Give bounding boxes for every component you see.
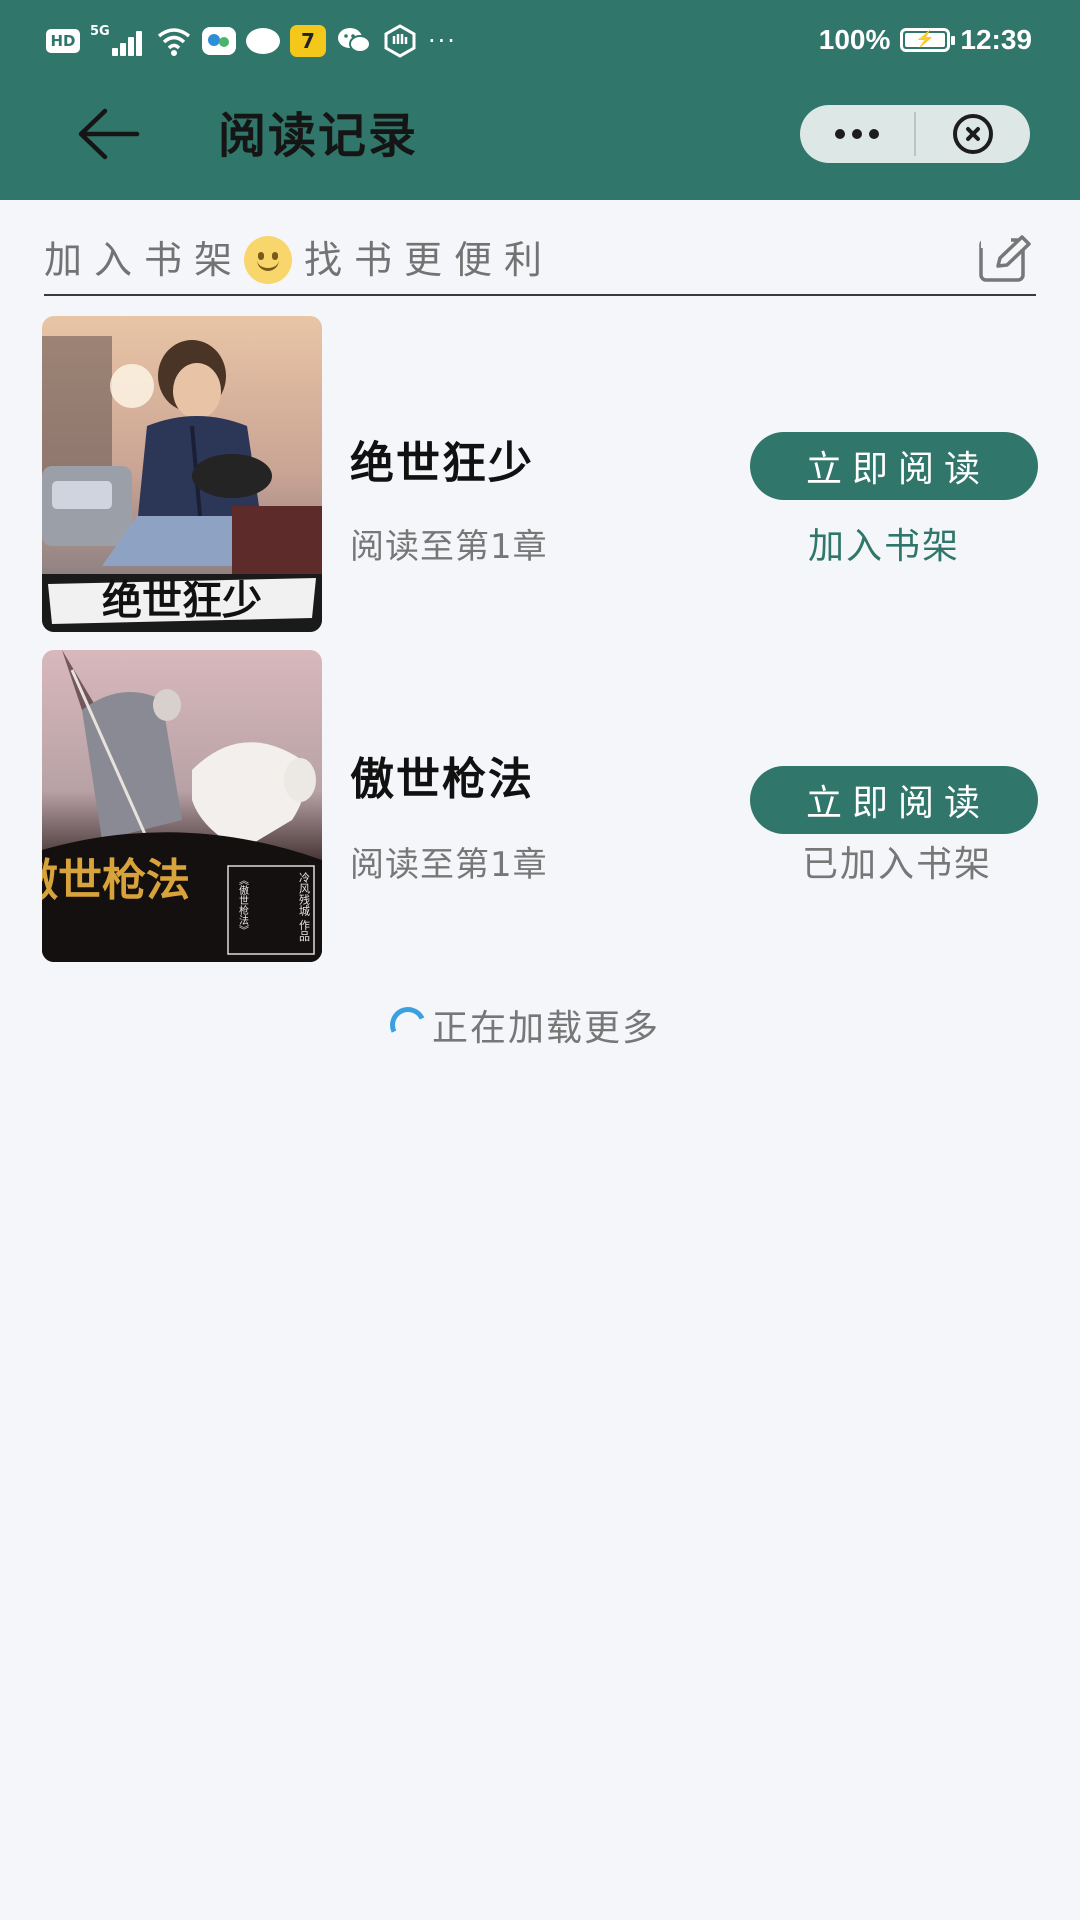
status-bar: HD 5G 7 ··· 100% ⚡ 12:39 [0,0,1080,78]
book-list-item[interactable]: 傲世枪法 冷风残城 作品 《傲世枪法》 傲世枪法 阅读至第1章 立即阅读 已加入… [0,650,1080,962]
edit-icon[interactable] [978,234,1032,284]
hand-icon [384,24,416,58]
network-type-label: 5G [90,24,110,39]
battery-charging-icon: ⚡ [900,28,956,52]
book-cover[interactable]: 绝世狂少 [42,316,322,632]
book-title[interactable]: 绝世狂少 [350,434,534,494]
cover-title-text: 傲世枪法 [42,855,190,906]
yellow-app-icon: 7 [290,25,326,57]
cover-title-text: 绝世狂少 [102,577,262,624]
wifi-icon [157,28,191,56]
shelf-hint-text: 加入书架 找书更便利 [44,234,554,286]
loading-spinner-icon [384,1001,432,1049]
more-dots-icon [835,129,879,139]
hint-text-before: 加入书架 [44,238,245,282]
chat-icon [246,28,280,54]
back-button[interactable] [70,100,146,168]
reading-progress: 阅读至第1章 [350,527,548,567]
hint-text-after: 找书更便利 [304,238,555,282]
loading-more-indicator: 正在加载更多 [384,1000,661,1050]
signal-5g-icon: 5G [90,24,146,58]
hd-icon: HD [46,29,80,53]
reading-progress: 阅读至第1章 [350,845,548,885]
cover-author-text: 冷风残城 作品 [298,872,311,942]
book-title[interactable]: 傲世枪法 [350,750,534,810]
status-icons-left: HD 5G 7 ··· [46,22,457,60]
message-app-icon [202,27,236,55]
back-arrow-icon [78,108,140,160]
page-title: 阅读记录 [218,108,419,164]
mini-program-capsule [800,105,1030,163]
smiley-icon [244,236,293,284]
shelf-hint-bar: 加入书架 找书更便利 [44,228,1036,296]
more-notifications-icon: ··· [428,27,457,55]
added-to-shelf-label: 已加入书架 [802,844,993,885]
battery-percent: 100% [818,24,891,55]
wechat-icon [338,28,371,53]
clock: 12:39 [960,24,1032,55]
read-now-button[interactable]: 立即阅读 [750,766,1038,834]
close-circle-icon [953,114,993,154]
loading-more-text: 正在加载更多 [432,1008,661,1049]
close-button[interactable] [916,105,1030,163]
more-button[interactable] [800,105,914,163]
book-list-item[interactable]: 绝世狂少 绝世狂少 阅读至第1章 立即阅读 加入书架 [0,316,1080,632]
read-now-button[interactable]: 立即阅读 [750,432,1038,500]
add-to-shelf-button[interactable]: 加入书架 [808,522,960,572]
cover-book-name-text: 《傲世枪法》 [237,875,249,935]
book-cover[interactable]: 傲世枪法 冷风残城 作品 《傲世枪法》 [42,650,322,962]
status-icons-right: 100% ⚡ 12:39 [819,20,1032,60]
